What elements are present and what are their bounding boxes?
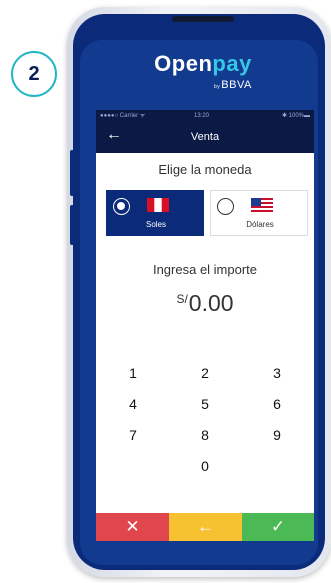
logo-bbva: byBBVA — [214, 79, 252, 91]
cancel-button[interactable]: ✕ — [96, 513, 169, 541]
key-0[interactable]: 0 — [169, 451, 241, 482]
pos-screen: ●●●●○ Carrier ᯤ 13:20 ✱ 100%▬ ← Venta El… — [96, 110, 314, 541]
currency-option-soles[interactable]: Soles — [106, 190, 204, 236]
device-speaker — [172, 16, 234, 22]
logo-word-pay: pay — [212, 51, 252, 76]
currency-option-dolares[interactable]: Dólares — [210, 190, 308, 236]
confirm-button[interactable]: ✓ — [242, 513, 314, 541]
currency-label-soles: Soles — [145, 220, 166, 229]
nav-bar: ← Venta — [96, 123, 314, 153]
peru-flag-icon — [147, 198, 169, 212]
check-icon: ✓ — [270, 517, 286, 536]
clock: 13:20 — [194, 113, 210, 119]
carrier-label: ●●●●○ Carrier ᯤ — [100, 113, 146, 119]
page-title: Venta — [190, 131, 220, 143]
delete-button[interactable]: ← — [169, 513, 242, 541]
battery-indicator: ✱ 100%▬ — [281, 113, 310, 119]
usa-flag-icon — [251, 198, 273, 212]
step-badge: 2 — [11, 51, 57, 97]
status-bar: ●●●●○ Carrier ᯤ 13:20 ✱ 100%▬ — [96, 110, 314, 123]
key-6[interactable]: 6 — [241, 389, 313, 420]
key-8[interactable]: 8 — [169, 420, 241, 451]
key-4[interactable]: 4 — [97, 389, 169, 420]
close-icon: ✕ — [125, 517, 140, 536]
key-9[interactable]: 9 — [241, 420, 313, 451]
radio-selected-icon[interactable] — [113, 198, 130, 215]
radio-unselected-icon[interactable] — [217, 198, 234, 215]
step-number: 2 — [28, 62, 40, 85]
key-2[interactable]: 2 — [169, 358, 241, 389]
key-7[interactable]: 7 — [97, 420, 169, 451]
amount-prompt: Ingresa el importe — [152, 262, 258, 277]
key-5[interactable]: 5 — [169, 389, 241, 420]
currency-symbol: S/ — [176, 292, 188, 306]
currency-label-dolares: Dólares — [246, 220, 274, 229]
logo-word-open: Open — [154, 51, 213, 76]
currency-prompt: Elige la moneda — [158, 162, 252, 177]
key-3[interactable]: 3 — [241, 358, 313, 389]
amount-value: 0.00 — [188, 290, 234, 316]
backspace-arrow-icon: ← — [197, 517, 214, 536]
amount-display: S/0.00 — [96, 290, 314, 317]
key-1[interactable]: 1 — [97, 358, 169, 389]
openpay-logo: Openpay byBBVA — [88, 52, 318, 100]
